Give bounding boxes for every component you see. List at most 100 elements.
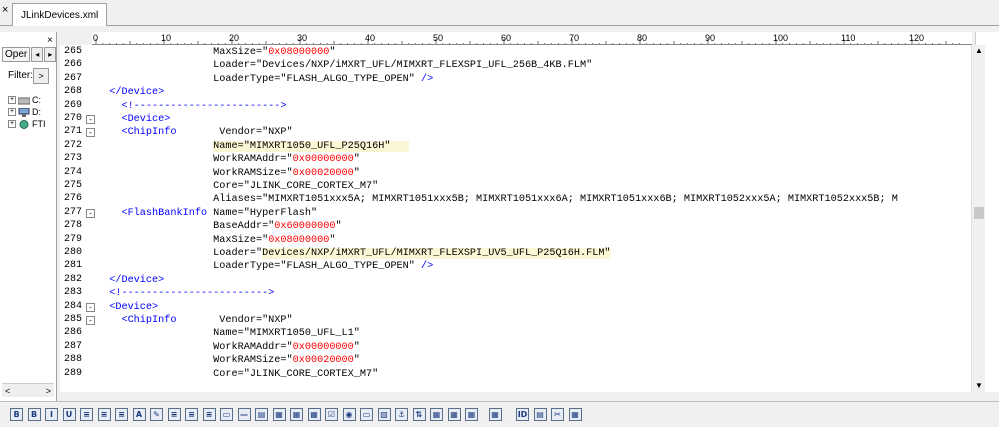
scroll-left-icon[interactable]: < (5, 386, 10, 396)
fold-toggle-icon[interactable]: - (86, 208, 95, 218)
code-token: WorkRAMSize=" (97, 355, 293, 367)
code-token: Core="JLINK_CORE_CORTEX_M7" (97, 368, 379, 380)
bold-icon[interactable]: B (10, 408, 23, 421)
code-line[interactable]: Name="MIMXRT1050_UFL_L1" (97, 327, 360, 340)
field-icon[interactable]: ▦ (307, 408, 321, 421)
align-center-icon[interactable]: ≡ (185, 408, 198, 421)
code-line[interactable]: <ChipInfo Vendor="NXP" (97, 314, 292, 327)
scroll-thumb[interactable] (974, 207, 984, 219)
tree-item-d[interactable]: + D: (8, 106, 56, 118)
frame-icon[interactable]: ▭ (220, 408, 233, 421)
matrix-icon[interactable]: ▦ (430, 408, 443, 421)
code-line[interactable]: Loader="Devices/NXP/iMXRT_UFL/MIMXRT_FLE… (97, 59, 592, 72)
code-line[interactable]: MaxSize="0x08000000" (97, 234, 335, 247)
cut-icon[interactable]: ✂ (551, 408, 564, 421)
code-line[interactable]: <Device> (97, 113, 170, 126)
font-icon[interactable]: A (132, 408, 146, 421)
hr-icon[interactable]: — (237, 408, 251, 421)
fold-toggle-icon[interactable]: - (86, 128, 95, 138)
anchor-icon[interactable]: ⚓ (395, 408, 408, 421)
code-line[interactable]: <Device> (97, 301, 158, 314)
code-line[interactable]: LoaderType="FLASH_ALGO_TYPE_OPEN" /> (97, 260, 433, 273)
code-line[interactable]: </Device> (97, 86, 164, 99)
code-token: " (329, 234, 336, 246)
code-token: Loader=" (97, 248, 263, 259)
scroll-down-icon[interactable]: ▼ (973, 380, 985, 392)
line-number: 289 (64, 367, 83, 379)
code-line[interactable]: Loader="Devices/NXP/iMXRT_UFL/MIMXRT_FLE… (97, 247, 611, 260)
code-token: <Device> (97, 301, 159, 313)
grid-icon[interactable]: ▦ (272, 408, 286, 421)
scroll-right-icon[interactable]: > (46, 386, 51, 396)
tab-operations[interactable]: Oper (2, 46, 31, 62)
sort-icon[interactable]: ⇅ (412, 408, 426, 421)
db-icon[interactable]: ▦ (465, 408, 478, 421)
code-token: /> (421, 261, 434, 273)
code-token: 0x00020000 (292, 167, 354, 179)
scroll-up-icon[interactable]: ▲ (973, 45, 985, 57)
tab-scroll-left-icon[interactable]: ◂ (31, 46, 44, 62)
code-line[interactable]: WorkRAMSize="0x00020000" (97, 354, 360, 367)
expand-icon[interactable]: + (8, 96, 16, 104)
code-line[interactable]: BaseAddr="0x60000000" (97, 220, 341, 233)
textbox-icon[interactable]: ▭ (360, 408, 373, 421)
image-icon[interactable]: ▨ (377, 408, 391, 421)
align-right-icon[interactable]: ≡ (202, 408, 216, 421)
tab-scroll-right-icon[interactable]: ▸ (44, 46, 57, 62)
code-line[interactable]: </Device> (97, 274, 164, 287)
bold-alt-icon[interactable]: B (27, 408, 41, 421)
italic-icon[interactable]: I (45, 408, 58, 421)
expand-icon[interactable]: + (8, 120, 16, 128)
code-icon[interactable]: ▤ (533, 408, 547, 421)
fold-toggle-icon[interactable]: - (86, 302, 95, 312)
code-line[interactable]: Core="JLINK_CORE_CORTEX_M7" (97, 180, 378, 193)
checkbox-icon[interactable]: ☑ (325, 408, 338, 421)
panel-hscroll[interactable]: < > (2, 383, 54, 397)
code-line[interactable]: Name="MIMXRT1050_UFL_P25Q16H" (97, 140, 409, 153)
numbered-list-icon[interactable]: ≡ (115, 408, 128, 421)
code-line[interactable]: <!------------------------> (97, 100, 286, 113)
underline-icon[interactable]: U (62, 408, 76, 421)
vertical-scrollbar[interactable]: ▲ ▼ (971, 45, 985, 392)
expand-icon[interactable]: + (8, 108, 16, 116)
fold-toggle-icon[interactable]: - (86, 115, 95, 124)
code-token: " (353, 167, 360, 179)
code-editor[interactable]: MaxSize="0x08000000" Loader="Devices/NXP… (97, 45, 971, 392)
tree-item-ftp[interactable]: + FTI (8, 118, 56, 130)
code-token: 0x08000000 (268, 234, 330, 246)
code-line[interactable]: WorkRAMSize="0x00020000" (97, 167, 360, 180)
bullet-list-icon[interactable]: ≡ (97, 408, 111, 421)
code-line[interactable]: WorkRAMAddr="0x00000000" (97, 341, 360, 354)
table-icon[interactable]: ▤ (255, 408, 268, 421)
code-line[interactable]: <FlashBankInfo Name="HyperFlash" (97, 207, 317, 220)
indent-icon[interactable]: ≡ (80, 408, 93, 421)
code-token: <ChipInfo (97, 315, 177, 326)
line-number: 286 (64, 327, 83, 339)
code-line[interactable]: <!------------------------> (97, 287, 274, 300)
code-line[interactable]: LoaderType="FLASH_ALGO_TYPE_OPEN" /> (97, 73, 433, 86)
code-token: LoaderType="FLASH_ALGO_TYPE_OPEN" (97, 73, 422, 85)
fold-toggle-icon[interactable]: - (86, 316, 95, 325)
tree-item-label: FTI (32, 119, 46, 129)
filter-button[interactable]: > (33, 68, 49, 84)
line-number: 284 (64, 300, 83, 312)
align-left-icon[interactable]: ≡ (167, 408, 181, 421)
id-icon[interactable]: ID (516, 408, 529, 421)
code-token: MaxSize=" (97, 47, 269, 58)
tab-jlinkdevices[interactable]: JLinkDevices.xml (12, 3, 108, 26)
code-line[interactable]: <ChipInfo Vendor="NXP" (97, 126, 292, 139)
form-icon[interactable]: ▦ (290, 408, 303, 421)
code-line[interactable]: Core="JLINK_CORE_CORTEX_M7" (97, 368, 378, 381)
close-panel-icon[interactable]: × (47, 35, 53, 46)
export-icon[interactable]: ▦ (568, 408, 582, 421)
db2-icon[interactable]: ▦ (488, 408, 502, 421)
close-tab-icon[interactable]: × (2, 4, 8, 16)
edit-icon[interactable]: ✎ (150, 408, 163, 421)
code-line[interactable]: MaxSize="0x08000000" (97, 46, 335, 59)
code-token: Loader="Devices/NXP/iMXRT_UFL/MIMXRT_FLE… (97, 60, 593, 72)
tree-item-c[interactable]: + C: (8, 94, 56, 106)
list-icon[interactable]: ▦ (447, 408, 461, 421)
code-line[interactable]: Aliases="MIMXRT1051xxx5A; MIMXRT1051xxx5… (97, 193, 898, 206)
code-line[interactable]: WorkRAMAddr="0x00000000" (97, 153, 360, 166)
radio-icon[interactable]: ◉ (342, 408, 356, 421)
